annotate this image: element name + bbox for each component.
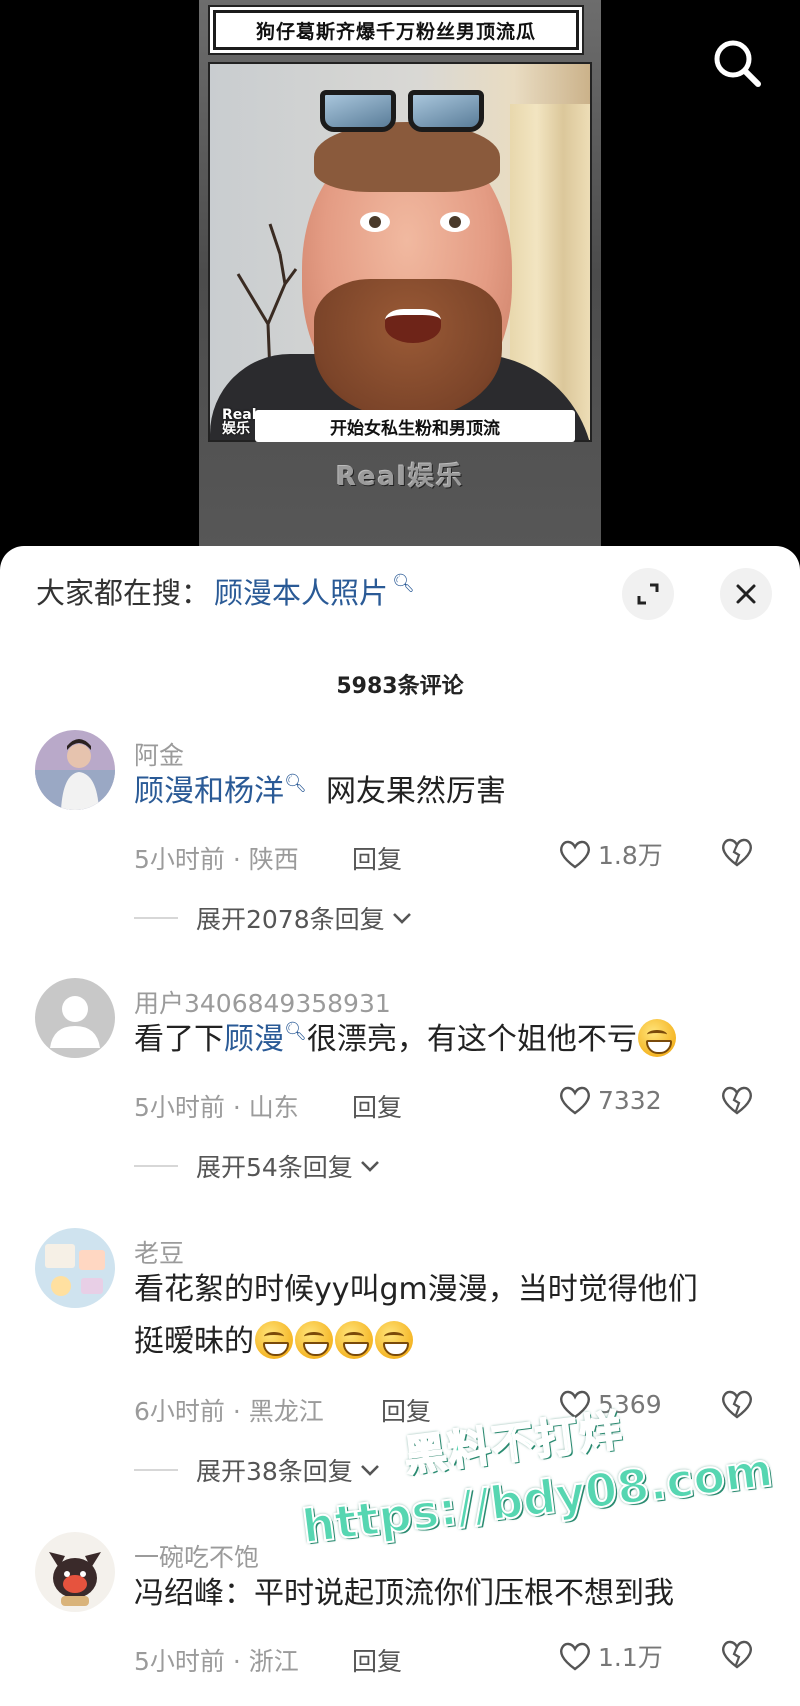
hot-search-prefix: 大家都在搜： [36,576,211,610]
search-link[interactable]: 顾漫和杨洋 [134,774,284,809]
avatar[interactable] [35,978,115,1058]
comment-text: 看花絮的时候yy叫gm漫漫，当时觉得他们 挺暧昧的 [134,1272,698,1359]
comment-text: 顾漫和杨洋🔍︎ 网友果然厉害 [134,773,506,809]
like-button[interactable]: 7332 [558,1084,662,1116]
close-icon [736,584,756,604]
video-player[interactable]: 狗仔葛斯齐爆千万粉丝男顶流瓜 Real 娱乐 开始女私生粉和男顶流 Real娱乐 [0,0,800,560]
expand-replies-button[interactable]: 展开54条回复 [134,1148,381,1184]
search-button[interactable] [708,34,768,94]
avatar[interactable] [35,1228,115,1308]
right-eye-shape [440,212,470,232]
dislike-button[interactable] [720,836,754,872]
left-eye-shape [360,212,390,232]
grin-emoji-icon [295,1320,333,1359]
chevron-down-icon [392,913,411,924]
grin-emoji-icon [375,1320,413,1359]
dislike-button[interactable] [720,1084,754,1120]
search-icon: 🔍︎ [284,1021,307,1042]
reply-button[interactable]: 回复 [352,840,402,876]
expand-button[interactable] [622,568,674,620]
avatar[interactable] [35,1532,115,1612]
sunglasses-shape [320,84,490,136]
heart-icon [560,840,590,869]
mini-logo: Real 娱乐 [222,407,257,437]
like-button[interactable]: 1.1万 [558,1638,663,1674]
video-thumbnail-image [208,62,592,442]
video-title: 狗仔葛斯齐爆千万粉丝男顶流瓜 [213,10,579,50]
beard-shape [314,279,502,419]
comment-meta: 5小时前 · 浙江 [134,1647,299,1676]
hot-search-bar[interactable]: 大家都在搜： 顾漫本人照片 🔍︎ [36,570,415,612]
branch-decoration [236,223,298,374]
search-link[interactable]: 顾漫 [224,1022,284,1057]
reply-button[interactable]: 回复 [352,1088,402,1124]
search-icon: 🔍︎ [392,572,415,594]
search-icon: 🔍︎ [284,773,307,794]
broken-heart-icon [722,1086,752,1115]
comment-meta: 5小时前 · 山东 [134,1093,299,1122]
expand-replies-button[interactable]: 展开2078条回复 [134,900,413,936]
chevron-down-icon [360,1161,379,1172]
video-caption: 开始女私生粉和男顶流 [255,410,575,442]
comment-meta: 5小时前 · 陕西 [134,845,299,874]
comment-count: 5983条评论 [336,674,464,699]
avatar[interactable] [35,730,115,810]
heart-icon [560,1086,590,1115]
heart-icon [560,1642,590,1671]
hot-search-keyword[interactable]: 顾漫本人照片 [214,570,388,612]
like-count: 7332 [598,1085,662,1115]
like-button[interactable]: 1.8万 [558,836,663,872]
reply-button[interactable]: 回复 [352,1642,402,1678]
grin-emoji-icon [335,1320,373,1359]
brand-watermark: Real娱乐 [335,461,465,492]
close-button[interactable] [720,568,772,620]
expand-icon [637,583,659,605]
broken-heart-icon [722,1640,752,1669]
like-count: 1.1万 [598,1643,663,1672]
grin-emoji-icon [637,1018,676,1057]
like-count: 1.8万 [598,841,663,870]
comment-meta: 6小时前 · 黑龙江 [134,1397,324,1426]
grin-emoji-icon [255,1320,293,1359]
broken-heart-icon [722,838,752,867]
mouth-shape [385,309,441,343]
search-icon [714,40,761,87]
comment-text: 看了下顾漫🔍︎很漂亮，有这个姐他不亏 [134,1014,764,1070]
dislike-button[interactable] [720,1638,754,1674]
